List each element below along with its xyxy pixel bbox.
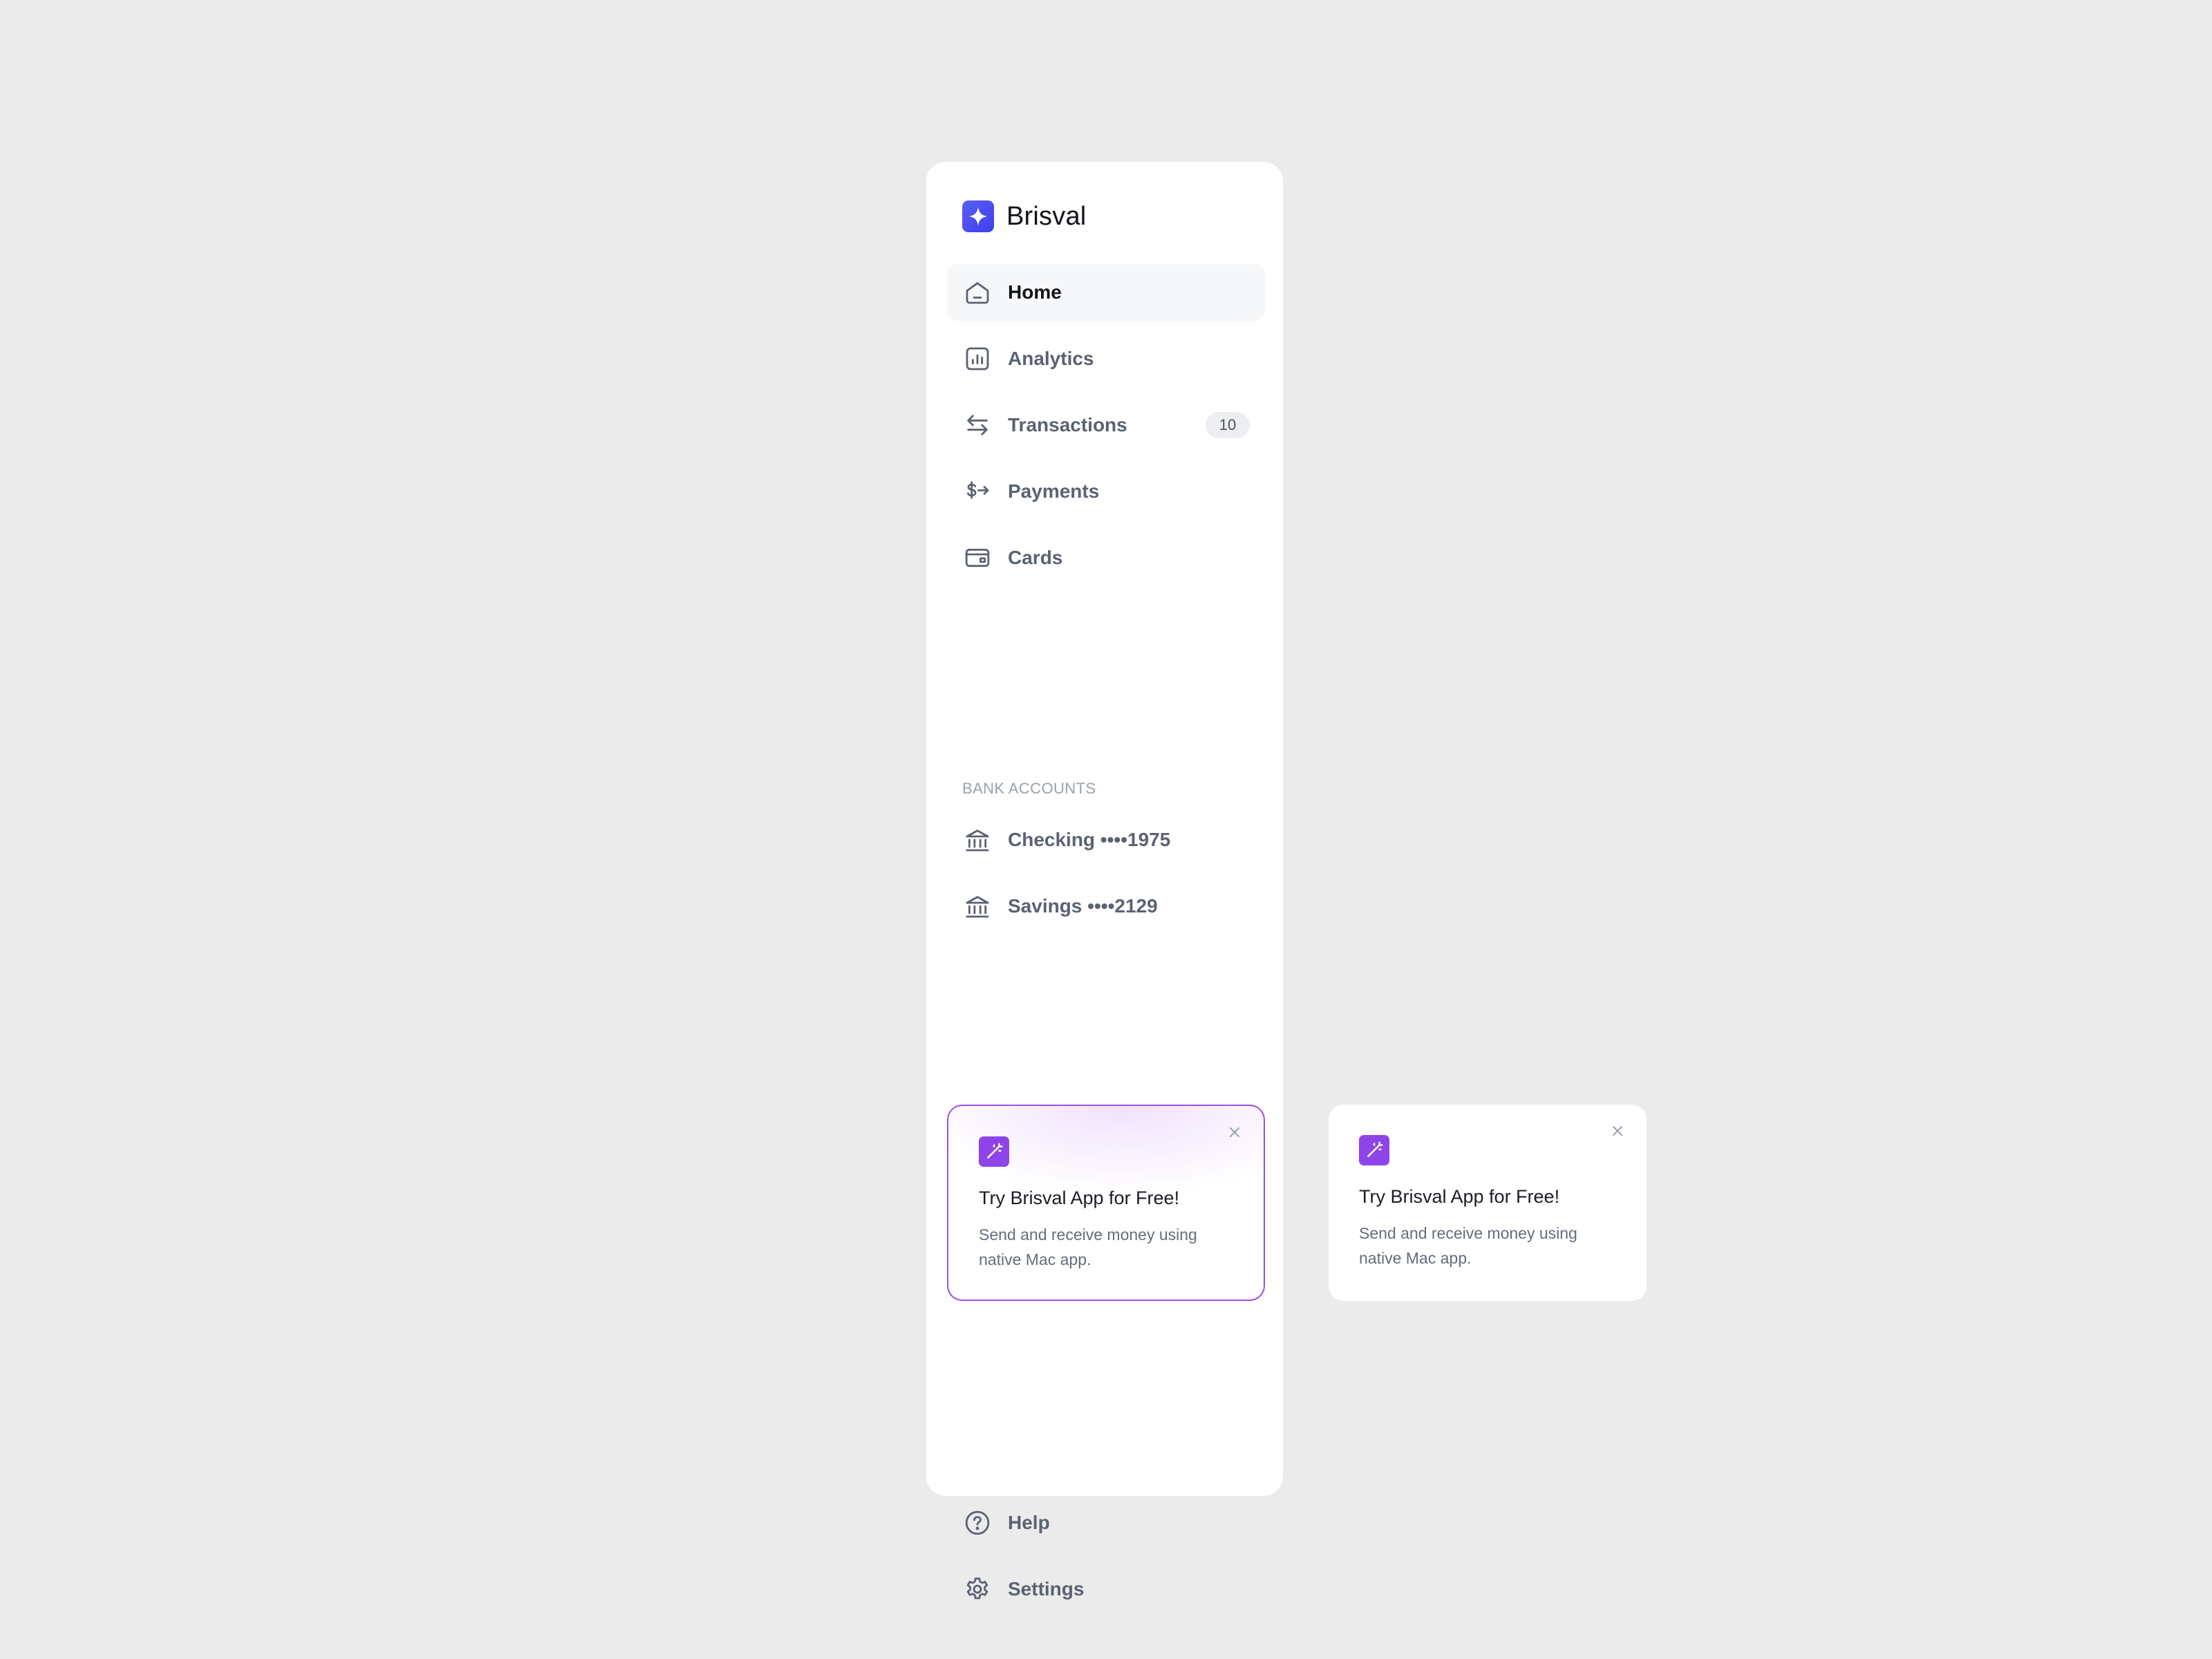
nav-item-home[interactable]: Home [947, 264, 1265, 321]
promo-card-highlighted[interactable]: Try Brisval App for Free! Send and recei… [947, 1105, 1265, 1301]
account-item-checking[interactable]: Checking ••••1975 [947, 812, 1265, 868]
magic-wand-icon [1359, 1135, 1389, 1165]
main-nav: Home Analytics Transactions 10 Payments [947, 264, 1265, 596]
analytics-icon [962, 344, 993, 374]
sparkle-icon [962, 200, 994, 232]
promo-card[interactable]: Try Brisval App for Free! Send and recei… [1329, 1105, 1647, 1301]
magic-wand-icon [979, 1136, 1009, 1167]
footer-nav: Help Settings [947, 1494, 1265, 1627]
nav-label: Home [1008, 281, 1062, 303]
close-icon[interactable] [1609, 1123, 1626, 1139]
brand[interactable]: Brisval [962, 200, 1086, 232]
nav-item-analytics[interactable]: Analytics [947, 330, 1265, 387]
bank-accounts-heading: BANK ACCOUNTS [962, 780, 1096, 797]
home-icon [962, 277, 993, 308]
promo-description: Send and receive money using native Mac … [979, 1226, 1197, 1268]
promo-title: Try Brisval App for Free! [979, 1188, 1180, 1208]
credit-card-icon [962, 543, 993, 573]
bank-icon [962, 891, 993, 921]
count-badge: 10 [1206, 412, 1250, 438]
nav-label: Transactions [1008, 414, 1127, 435]
nav-label: Payments [1008, 480, 1100, 502]
sidebar: Brisval Home Analytics Transactions 10 P… [926, 162, 1283, 1600]
nav-item-transactions[interactable]: Transactions 10 [947, 397, 1265, 453]
nav-label: Settings [1008, 1578, 1085, 1600]
nav-item-settings[interactable]: Settings [947, 1561, 1265, 1618]
transfer-arrows-icon [962, 410, 993, 440]
gear-icon [962, 1574, 993, 1604]
help-circle-icon [962, 1508, 993, 1538]
nav-item-help[interactable]: Help [947, 1494, 1265, 1551]
nav-label: Cards [1008, 547, 1063, 568]
nav-label: Analytics [1008, 348, 1094, 369]
nav-item-cards[interactable]: Cards [947, 529, 1265, 586]
nav-item-payments[interactable]: Payments [947, 463, 1265, 520]
bank-icon [962, 825, 993, 855]
bank-accounts-list: Checking ••••1975 Savings ••••2129 [947, 812, 1265, 944]
dollar-arrow-icon [962, 476, 993, 507]
account-label: Checking ••••1975 [1008, 829, 1171, 850]
promo-title: Try Brisval App for Free! [1359, 1186, 1560, 1207]
close-icon[interactable] [1226, 1124, 1243, 1141]
account-label: Savings ••••2129 [1008, 895, 1158, 917]
promo-description: Send and receive money using native Mac … [1359, 1224, 1577, 1267]
account-item-savings[interactable]: Savings ••••2129 [947, 878, 1265, 935]
nav-label: Help [1008, 1512, 1050, 1533]
brand-name: Brisval [1006, 201, 1087, 231]
